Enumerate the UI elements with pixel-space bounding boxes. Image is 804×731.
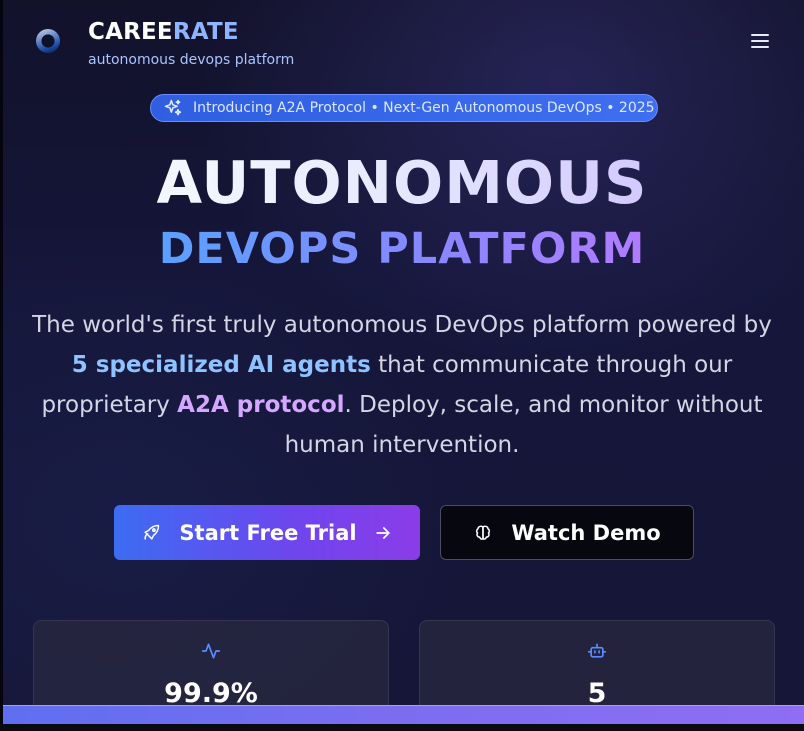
- protocol-highlight: A2A protocol: [177, 392, 345, 418]
- landing-page: CAREERATE autonomous devops platform Int…: [0, 0, 804, 731]
- agents-highlight: 5 specialized AI agents: [71, 352, 371, 378]
- activity-icon: [201, 643, 221, 659]
- sparkles-icon: [164, 99, 182, 116]
- bottom-gradient-bar: [3, 705, 804, 724]
- start-free-trial-button[interactable]: Start Free Trial: [114, 505, 420, 560]
- bot-icon: [587, 643, 607, 658]
- brand-name[interactable]: CAREERATE: [88, 19, 239, 45]
- hamburger-menu-icon[interactable]: [751, 34, 769, 50]
- hero-title: AUTONOMOUS: [0, 148, 804, 217]
- window-edge: [0, 0, 3, 731]
- hero-subtitle: DEVOPS PLATFORM: [0, 224, 804, 274]
- watch-demo-label: Watch Demo: [511, 520, 661, 545]
- globe-logo-icon[interactable]: [36, 29, 60, 53]
- brain-icon: [476, 525, 491, 540]
- watch-demo-button[interactable]: Watch Demo: [440, 505, 694, 560]
- announcement-text: Introducing A2A Protocol • Next-Gen Auto…: [193, 100, 655, 116]
- rocket-icon: [144, 524, 160, 540]
- announcement-badge[interactable]: Introducing A2A Protocol • Next-Gen Auto…: [150, 94, 658, 122]
- hero-description: The world's first truly autonomous DevOp…: [32, 312, 772, 458]
- brand-tagline: autonomous devops platform: [88, 52, 295, 68]
- arrow-right-icon: [375, 526, 390, 539]
- bottom-edge: [0, 724, 804, 731]
- start-free-trial-label: Start Free Trial: [179, 520, 357, 545]
